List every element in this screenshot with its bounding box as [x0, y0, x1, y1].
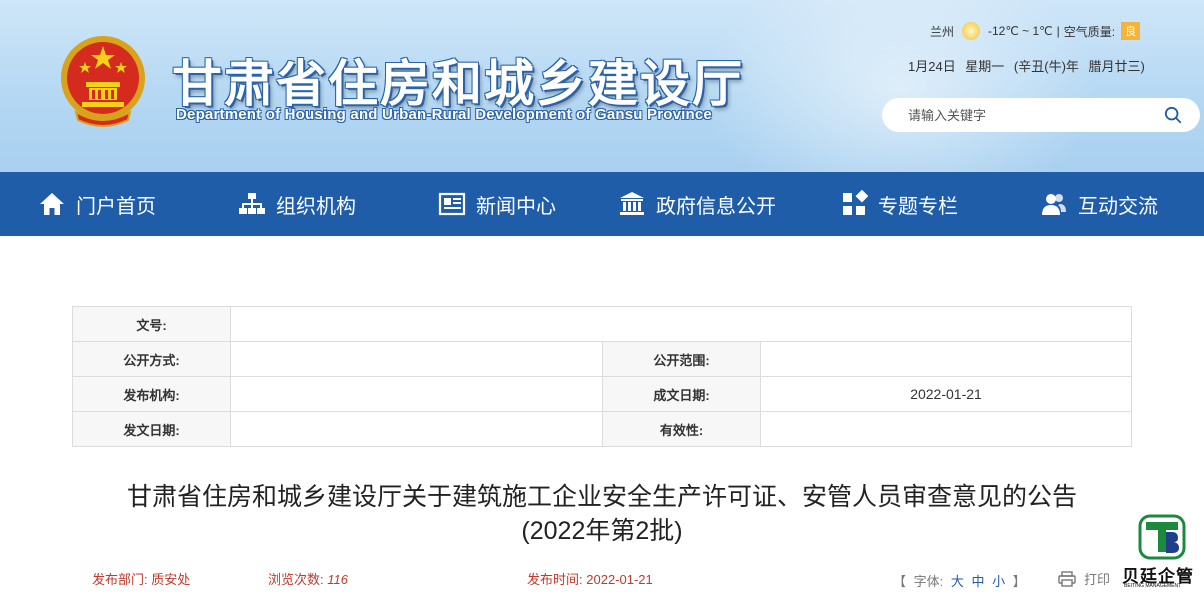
grid-icon — [843, 190, 868, 215]
view-count-label: 浏览次数: — [268, 572, 324, 587]
publish-dept-value: 质安处 — [151, 572, 191, 587]
search-box — [882, 98, 1200, 132]
view-count-value: 116 — [327, 572, 348, 587]
search-icon[interactable] — [1164, 106, 1182, 124]
issuer-label: 发布机构: — [72, 376, 231, 412]
sun-icon — [962, 22, 981, 40]
main-content: 文号: 公开方式: 公开范围: 发布机构: 成文日期: 2022-01-21 发… — [0, 236, 1204, 596]
table-row: 文号: — [72, 306, 1132, 342]
search-input[interactable] — [908, 107, 1158, 123]
publish-dept: 发布部门: 质安处 — [92, 569, 190, 588]
current-date: 1月24日 星期一 (辛丑(牛)年 腊月廿三) — [908, 59, 1145, 74]
disclosure-scope-label: 公开范围: — [602, 341, 761, 377]
issuer-value — [230, 376, 603, 412]
nav-item-label: 新闻中心 — [476, 195, 556, 218]
nav-item-label: 互动交流 — [1078, 195, 1158, 218]
nav-item-topics[interactable]: 专题专栏 — [840, 172, 958, 236]
weather-temp: -12℃ ~ 1℃ — [988, 24, 1053, 38]
written-date-value: 2022-01-21 — [760, 376, 1132, 412]
nav-item-gov-info[interactable]: 政府信息公开 — [618, 172, 776, 236]
document-meta-table: 文号: 公开方式: 公开范围: 发布机构: 成文日期: 2022-01-21 发… — [72, 306, 1132, 447]
site-header: 甘肃省住房和城乡建设厅 Department of Housing and Ur… — [0, 0, 1204, 172]
site-subtitle: Department of Housing and Urban-Rural De… — [176, 106, 712, 123]
font-size-close: 】 — [1012, 574, 1026, 589]
nav-item-organization[interactable]: 组织机构 — [238, 172, 356, 236]
publish-time: 发布时间: 2022-01-21 — [527, 569, 653, 588]
font-size-large[interactable]: 大 — [951, 574, 964, 589]
print-button[interactable]: 打印 — [1058, 569, 1110, 588]
table-row: 公开方式: 公开范围: — [72, 341, 1132, 377]
disclosure-method-value — [230, 341, 603, 377]
users-icon — [1042, 194, 1066, 215]
watermark-logo: 贝廷企管 BEITING MANAGEMENT — [1122, 514, 1204, 594]
nav-item-label: 专题专栏 — [878, 195, 958, 218]
disclosure-scope-value — [760, 341, 1132, 377]
font-size-small[interactable]: 小 — [992, 574, 1005, 589]
doc-number-label: 文号: — [72, 306, 231, 342]
nav-item-news[interactable]: 新闻中心 — [438, 172, 556, 236]
view-count: 浏览次数: 116 — [268, 569, 348, 588]
nav-item-home[interactable]: 门户首页 — [38, 172, 156, 236]
watermark-en: BEITING MANAGEMENT — [1124, 583, 1182, 589]
table-row: 发布机构: 成文日期: 2022-01-21 — [72, 376, 1132, 412]
air-quality-label: 空气质量: — [1063, 24, 1116, 39]
doc-number-value — [230, 306, 1132, 342]
nav-item-label: 组织机构 — [276, 195, 356, 218]
validity-value — [760, 411, 1132, 447]
news-icon — [438, 192, 466, 216]
table-row: 发文日期: 有效性: — [72, 411, 1132, 447]
main-nav: 门户首页 组织机构 新闻中心 政府信息公开 专题专栏 互动交流 — [0, 172, 1204, 236]
nav-item-interaction[interactable]: 互动交流 — [1040, 172, 1158, 236]
article-title-line2: (2022年第2批) — [521, 517, 683, 545]
publish-time-value: 2022-01-21 — [586, 572, 653, 587]
disclosure-method-label: 公开方式: — [72, 341, 231, 377]
print-label: 打印 — [1084, 572, 1111, 587]
publish-time-label: 发布时间: — [527, 572, 583, 587]
written-date-label: 成文日期: — [602, 376, 761, 412]
org-chart-icon — [239, 193, 265, 214]
article-title-line1: 甘肃省住房和城乡建设厅关于建筑施工企业安全生产许可证、安管人员审查意见的公告 — [126, 483, 1077, 511]
beiting-logo-icon — [1138, 514, 1186, 560]
national-emblem-icon — [61, 36, 145, 127]
issue-date-label: 发文日期: — [72, 411, 231, 447]
home-icon — [40, 193, 64, 215]
font-size-selector: 【 字体: 大 中 小 】 — [893, 571, 1026, 590]
weather-city: 兰州 — [930, 24, 955, 39]
font-size-label: 【 字体: — [893, 574, 944, 589]
weather-separator: | — [1056, 24, 1060, 38]
font-size-medium[interactable]: 中 — [972, 574, 985, 589]
nav-item-label: 政府信息公开 — [656, 195, 776, 218]
article-title: 甘肃省住房和城乡建设厅关于建筑施工企业安全生产许可证、安管人员审查意见的公告 (… — [60, 480, 1144, 548]
nav-item-label: 门户首页 — [76, 195, 156, 218]
publish-dept-label: 发布部门: — [92, 572, 148, 587]
printer-icon — [1058, 570, 1076, 587]
government-building-icon — [620, 192, 644, 215]
validity-label: 有效性: — [602, 411, 761, 447]
air-quality-badge: 良 — [1121, 22, 1141, 40]
issue-date-value — [230, 411, 603, 447]
weather-widget: 兰州 -12℃ ~ 1℃ | 空气质量: 良 — [930, 22, 1141, 40]
